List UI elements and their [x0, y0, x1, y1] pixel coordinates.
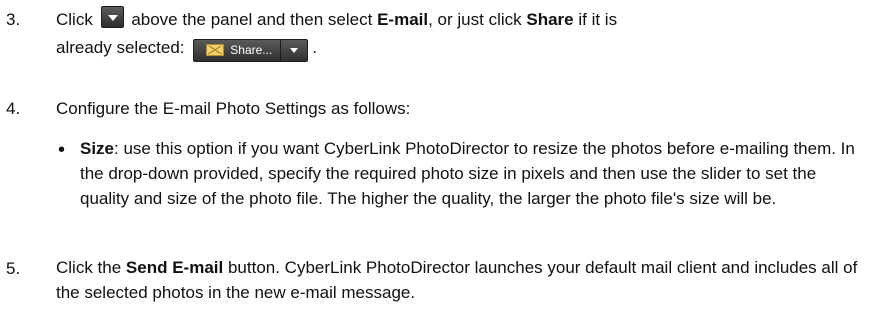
step-4-text: Configure the E-mail Photo Settings as f… — [56, 99, 411, 118]
share-button-label: Share... — [230, 42, 273, 57]
size-description: : use this option if you want CyberLink … — [80, 139, 855, 208]
step-4-number: 4. — [6, 99, 21, 118]
send-email-label: Send E-mail — [125, 258, 224, 277]
step-3-text-part2: above the panel and then select — [131, 10, 373, 29]
email-option-label: E-mail — [377, 10, 429, 29]
size-label: Size — [80, 139, 115, 158]
step-3-text-part3: , or just click — [428, 10, 522, 29]
step-3-text-part5: already selected: — [56, 38, 185, 57]
step-3-period: . — [312, 38, 318, 57]
step-5-text-part1: Click the — [56, 258, 122, 277]
step-5-text: Click the Send E-mail button. CyberLink … — [56, 255, 864, 305]
step-5-number: 5. — [6, 259, 21, 278]
step-3-text: Click above the panel and then select E-… — [56, 6, 864, 62]
step-3-number: 3. — [6, 10, 21, 29]
share-button-image: Share... — [193, 38, 309, 62]
size-bullet-text: Size: use this option if you want CyberL… — [80, 136, 864, 211]
document-page: 3. Click above the panel and then select… — [0, 0, 884, 331]
step-3-text-part4: if it is — [578, 10, 618, 29]
envelope-icon — [206, 44, 225, 56]
share-button-main: Share... — [194, 39, 282, 61]
step-3-text-part1: Click — [56, 10, 93, 29]
bullet-marker: • — [58, 139, 66, 161]
share-option-label: Share — [526, 10, 574, 29]
dropdown-arrow-icon — [100, 6, 124, 28]
chevron-down-icon — [281, 40, 307, 61]
